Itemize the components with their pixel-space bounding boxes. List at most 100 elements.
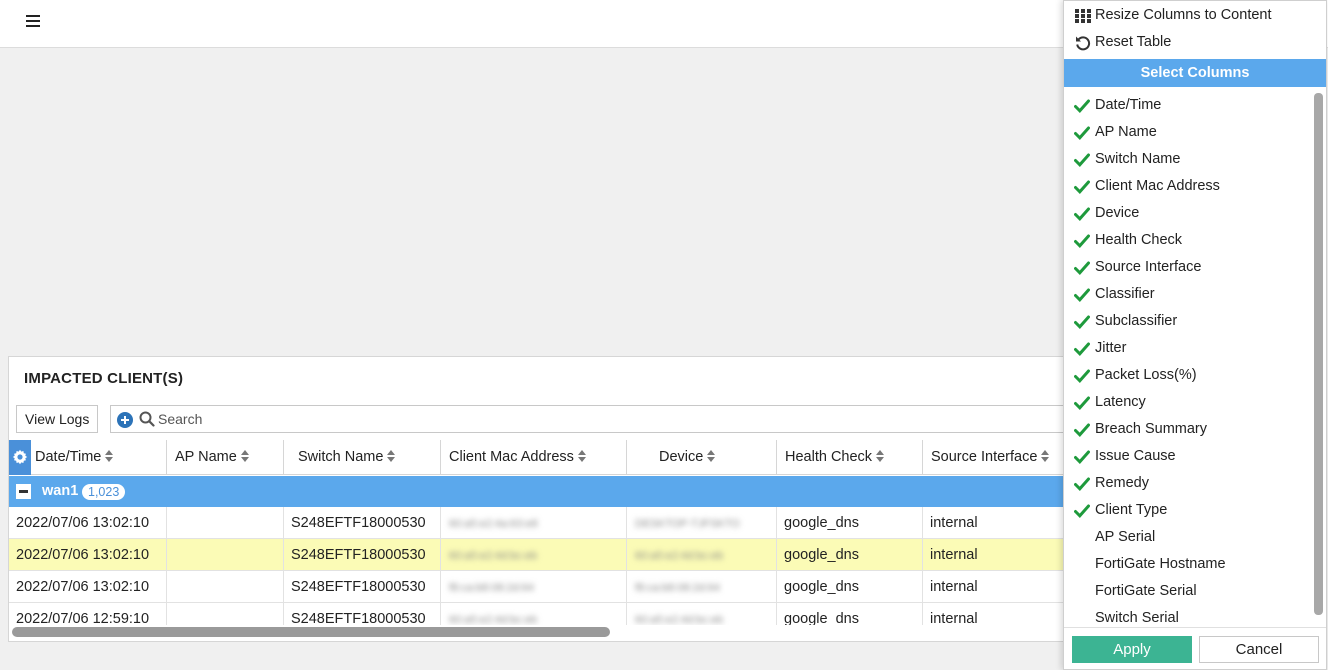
column-header-ap-name[interactable]: AP Name	[167, 440, 284, 475]
column-option-item[interactable]: Source Interface	[1064, 254, 1312, 281]
cell-health-check: google_dns	[777, 539, 923, 571]
horizontal-scrollbar[interactable]	[12, 627, 610, 637]
view-logs-button[interactable]: View Logs	[16, 405, 99, 433]
column-option-item[interactable]: Classifier	[1064, 281, 1312, 308]
table-row[interactable]: 2022/07/06 13:02:10 S248EFTF18000530 60:…	[9, 507, 1071, 539]
column-option-item[interactable]: Subclassifier	[1064, 308, 1312, 335]
column-option-item[interactable]: Jitter	[1064, 335, 1312, 362]
cell-device: 60:a5:e2:4d:bc:eb	[627, 603, 777, 625]
search-icon	[139, 411, 155, 427]
checkmark-icon	[1074, 180, 1090, 194]
sort-icon[interactable]	[707, 450, 716, 463]
cell-ap-name	[167, 571, 284, 603]
cell-device: 60:a5:e2:4d:bc:eb	[627, 539, 777, 571]
column-option-label: Date/Time	[1095, 97, 1162, 113]
resize-columns-menu-item[interactable]: Resize Columns to Content	[1064, 2, 1326, 29]
column-option-item[interactable]: Packet Loss(%)	[1064, 362, 1312, 389]
sort-icon[interactable]	[876, 450, 885, 463]
column-option-item[interactable]: Client Type	[1064, 497, 1312, 524]
column-option-item[interactable]: AP Name	[1064, 119, 1312, 146]
column-option-label: Remedy	[1095, 475, 1149, 491]
column-header-health-check[interactable]: Health Check	[777, 440, 923, 475]
cell-ap-name	[167, 603, 284, 625]
cell-source-interface: internal	[930, 611, 978, 625]
column-option-item[interactable]: Date/Time	[1064, 92, 1312, 119]
column-settings-menu: Resize Columns to Content Reset Table Se…	[1063, 0, 1327, 670]
cell-source-interface: internal	[930, 515, 978, 531]
column-option-label: Latency	[1095, 394, 1146, 410]
column-option-label: FortiGate Serial	[1095, 583, 1197, 599]
column-option-item[interactable]: Switch Serial	[1064, 605, 1312, 624]
column-option-item[interactable]: Issue Cause	[1064, 443, 1312, 470]
column-option-item[interactable]: Latency	[1064, 389, 1312, 416]
column-header-source-interface[interactable]: Source Interface	[923, 440, 1071, 475]
column-option-item[interactable]: Device	[1064, 200, 1312, 227]
column-option-label: Packet Loss(%)	[1095, 367, 1197, 383]
cell-switch-name: S248EFTF18000530	[284, 507, 441, 539]
bottom-bar	[0, 642, 1063, 670]
sort-icon[interactable]	[240, 450, 249, 463]
checkmark-icon	[1074, 342, 1090, 356]
table-row[interactable]: 2022/07/06 13:02:10 S248EFTF18000530 60:…	[9, 539, 1071, 571]
cell-switch-name: S248EFTF18000530	[284, 571, 441, 603]
undo-icon	[1076, 36, 1091, 51]
column-header-client-mac[interactable]: Client Mac Address	[441, 440, 627, 475]
column-header-device[interactable]: Device	[627, 440, 777, 475]
column-header-switch-name[interactable]: Switch Name	[284, 440, 441, 475]
table-header: Date/Time AP Name Switch Name Client Mac…	[9, 440, 1071, 475]
group-name: wan1	[42, 483, 79, 499]
column-option-label: Issue Cause	[1095, 448, 1176, 464]
collapse-icon[interactable]	[16, 484, 31, 499]
column-settings-button[interactable]	[9, 440, 31, 475]
column-option-item[interactable]: Switch Name	[1064, 146, 1312, 173]
column-option-label: Switch Serial	[1095, 610, 1179, 624]
group-count-badge: 1,023	[82, 484, 126, 500]
column-option-label: Jitter	[1095, 340, 1127, 356]
apply-button[interactable]: Apply	[1072, 636, 1192, 663]
column-option-label: Health Check	[1095, 232, 1183, 248]
add-filter-icon[interactable]	[117, 412, 133, 428]
reset-table-menu-item[interactable]: Reset Table	[1064, 29, 1326, 56]
gear-icon	[12, 449, 28, 465]
column-option-item[interactable]: AP Serial	[1064, 524, 1312, 551]
column-option-item[interactable]: Remedy	[1064, 470, 1312, 497]
search-bar[interactable]	[110, 405, 1071, 433]
column-option-item[interactable]: Health Check	[1064, 227, 1312, 254]
search-input[interactable]	[158, 408, 1058, 430]
group-row[interactable]: wan1 1,023	[9, 476, 1071, 507]
vertical-scrollbar-thumb[interactable]	[1314, 93, 1323, 615]
table-row[interactable]: 2022/07/06 13:02:10 S248EFTF18000530 f8:…	[9, 571, 1071, 603]
column-option-label: Device	[1095, 205, 1140, 221]
cell-client-mac: 60:a5:e2:4d:bc:eb	[441, 603, 627, 625]
column-header-datetime[interactable]: Date/Time	[31, 440, 167, 475]
hamburger-menu-icon[interactable]	[26, 15, 40, 27]
select-columns-header: Select Columns	[1064, 59, 1326, 87]
column-checklist: Date/Time AP Name Switch Name Client Mac Ad…	[1064, 92, 1326, 624]
checkmark-icon	[1074, 369, 1090, 383]
column-option-label: AP Serial	[1095, 529, 1156, 545]
vertical-scrollbar[interactable]	[1314, 93, 1323, 615]
cell-datetime: 2022/07/06 12:59:10	[9, 603, 167, 625]
cell-switch-name: S248EFTF18000530	[284, 539, 441, 571]
column-option-item[interactable]: FortiGate Serial	[1064, 578, 1312, 605]
table-row[interactable]: 2022/07/06 12:59:10 S248EFTF18000530 60:…	[9, 603, 1071, 625]
checkmark-icon	[1074, 207, 1090, 221]
cell-switch-name: S248EFTF18000530	[284, 603, 441, 625]
column-option-item[interactable]: Breach Summary	[1064, 416, 1312, 443]
sort-icon[interactable]	[105, 450, 114, 463]
cell-client-mac: f8:ca:b8:08:2d:64	[441, 571, 627, 603]
grid-icon	[1075, 9, 1091, 23]
cancel-button[interactable]: Cancel	[1199, 636, 1319, 663]
cell-ap-name	[167, 507, 284, 539]
sort-icon[interactable]	[387, 450, 396, 463]
reset-table-label: Reset Table	[1095, 34, 1172, 50]
cell-datetime: 2022/07/06 13:02:10	[9, 507, 167, 539]
cell-device: DESKTOP-TJFSKTO	[627, 507, 777, 539]
column-option-item[interactable]: Client Mac Address	[1064, 173, 1312, 200]
sort-icon[interactable]	[577, 450, 586, 463]
sort-icon[interactable]	[1041, 450, 1050, 463]
cell-source-interface: internal	[930, 547, 978, 563]
checkmark-icon	[1074, 504, 1090, 518]
column-option-item[interactable]: FortiGate Hostname	[1064, 551, 1312, 578]
column-option-label: FortiGate Hostname	[1095, 556, 1226, 572]
